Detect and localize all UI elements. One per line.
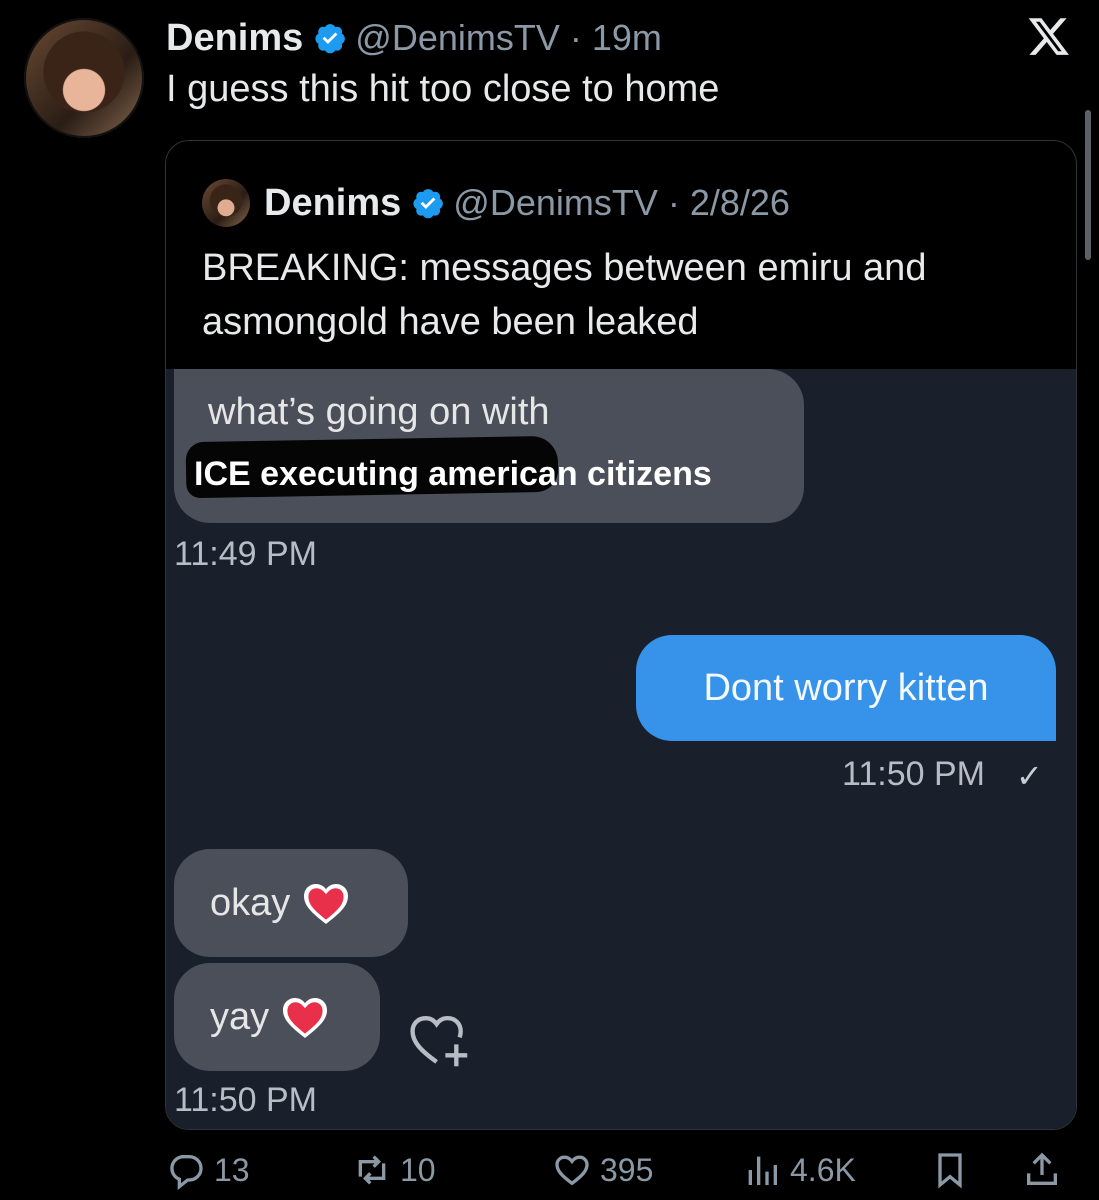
red-heart-icon — [283, 998, 328, 1038]
red-heart-icon — [304, 884, 349, 924]
message-timestamp: 11:50 PM — [842, 755, 986, 793]
message-text-line2: ICE executing american citizens — [194, 455, 712, 493]
message-text: okay — [210, 881, 291, 924]
tweet-text: I guess this hit too close to home — [166, 68, 720, 110]
received-message-bubble: okay — [174, 849, 408, 957]
bookmark-icon — [938, 1153, 962, 1189]
received-message-bubble: yay — [174, 963, 380, 1071]
quoted-tweet-header: Denims @DenimsTV · 2/8/26 — [202, 179, 790, 227]
quoted-author-name: Denims — [264, 181, 402, 224]
tweet-action-bar: 13 10 395 4.6K — [166, 1150, 1066, 1198]
like-button[interactable]: 395 — [552, 1150, 653, 1190]
repost-button[interactable]: 10 — [352, 1150, 436, 1190]
author-avatar[interactable] — [24, 18, 144, 138]
quoted-tweet[interactable]: Denims @DenimsTV · 2/8/26 BREAKING: mess… — [165, 140, 1077, 1130]
quoted-tweet-text: BREAKING: messages between emiru and asm… — [202, 247, 927, 343]
received-message-bubble: what’s going on with ICE executing ameri… — [174, 369, 804, 523]
repost-count: 10 — [400, 1151, 436, 1188]
verified-badge-icon — [315, 24, 346, 54]
author-handle-time[interactable]: @DenimsTV · 19m — [355, 17, 662, 59]
read-check-icon: ✓ — [1016, 758, 1043, 794]
tweet-header: Denims @DenimsTV · 19m — [166, 14, 662, 62]
message-timestamp: 11:50 PM — [174, 1081, 318, 1119]
chat-screenshot-image[interactable]: what’s going on with ICE executing ameri… — [166, 369, 1076, 1129]
reply-count: 13 — [214, 1151, 250, 1188]
reply-icon — [170, 1155, 203, 1190]
like-icon — [555, 1155, 589, 1186]
sent-message-bubble: Dont worry kitten — [636, 635, 1056, 741]
scrollbar[interactable] — [1085, 110, 1091, 260]
reply-button[interactable]: 13 — [166, 1150, 250, 1190]
message-text: yay — [210, 995, 270, 1038]
author-name[interactable]: Denims — [166, 17, 303, 60]
verified-badge-icon — [413, 189, 444, 219]
message-text-line1: what’s going on with — [208, 391, 550, 433]
message-timestamp: 11:49 PM — [174, 535, 318, 573]
message-text: Dont worry kitten — [703, 666, 989, 709]
share-button[interactable] — [1022, 1150, 1070, 1190]
repost-icon — [358, 1155, 386, 1185]
x-logo-icon — [1028, 18, 1069, 55]
views-count: 4.6K — [790, 1151, 856, 1188]
like-count: 395 — [600, 1151, 654, 1188]
views-icon — [748, 1156, 777, 1185]
bookmark-button[interactable] — [930, 1150, 978, 1190]
share-icon — [1027, 1152, 1057, 1185]
views-button[interactable]: 4.6K — [742, 1150, 856, 1190]
heart-add-icon — [410, 1015, 468, 1067]
quoted-author-handle-time: @DenimsTV · 2/8/26 — [453, 182, 790, 223]
quoted-author-avatar — [202, 179, 250, 227]
